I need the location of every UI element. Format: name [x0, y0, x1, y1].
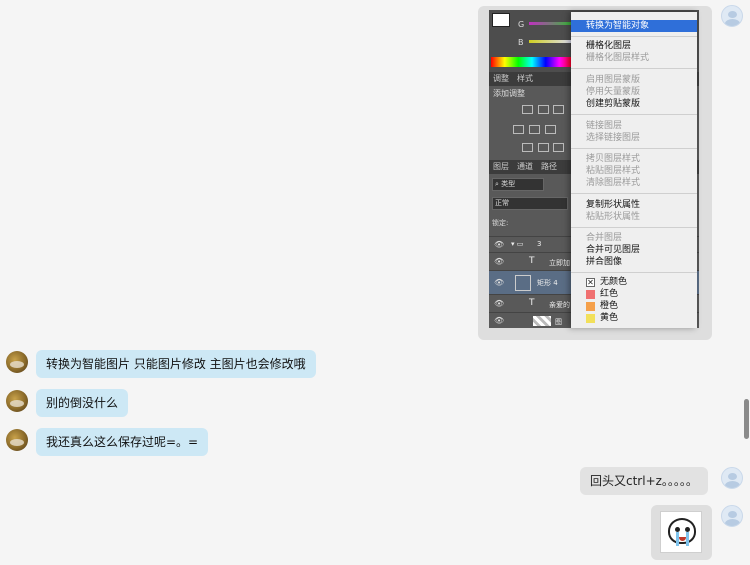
red-swatch-icon	[586, 290, 595, 299]
contact-avatar[interactable]	[6, 351, 28, 373]
menu-item: 栅格化图层	[586, 41, 632, 51]
menu-item: 合并可见图层	[586, 245, 641, 255]
menu-item: 选择链接图层	[586, 133, 641, 143]
b-slider	[529, 40, 574, 43]
menu-item: 栅格化图层样式	[586, 53, 650, 63]
brightness-icon	[522, 105, 533, 114]
layer-name: 亲爱的	[549, 301, 570, 309]
layer-name: 3	[537, 240, 542, 248]
menu-item: 粘贴图层样式	[586, 166, 641, 176]
sticker-tear	[686, 532, 689, 546]
text-layer-icon: T	[529, 298, 535, 308]
color-label: 黄色	[600, 313, 619, 323]
self-avatar[interactable]	[721, 467, 743, 489]
menu-divider	[571, 193, 697, 194]
contact-avatar[interactable]	[6, 429, 28, 451]
layer-name: 矩形 4	[537, 279, 558, 287]
tab-adjust: 调整	[493, 74, 509, 83]
context-menu: 转换为智能对象 栅格化图层 栅格化图层样式 启用图层蒙版 停用矢量蒙版 创建剪贴…	[571, 12, 697, 328]
g-slider	[529, 22, 574, 25]
balance-icon	[529, 125, 540, 134]
tab-layers: 图层	[493, 162, 509, 171]
menu-item: 停用矢量蒙版	[586, 87, 641, 97]
eye-icon: 👁	[494, 257, 505, 266]
orange-swatch-icon	[586, 302, 595, 311]
menu-divider	[571, 114, 697, 115]
color-label: 无颜色	[600, 277, 628, 287]
bw-icon	[545, 125, 556, 134]
contact-avatar[interactable]	[6, 390, 28, 412]
layer-name: 立即加	[549, 259, 570, 267]
menu-item: 复制形状属性	[586, 200, 641, 210]
invert-icon	[522, 143, 533, 152]
blend-mode: 正常	[492, 197, 568, 210]
color-label: 红色	[600, 289, 619, 299]
incoming-message[interactable]: 转换为智能图片 只能图片修改 主图片也会修改哦	[36, 350, 316, 378]
layer-filter-label: 类型	[501, 180, 516, 188]
incoming-message[interactable]: 别的倒没什么	[36, 389, 129, 417]
channel-b-label: B	[518, 38, 524, 47]
tab-channels: 通道	[517, 162, 533, 171]
foreground-swatch	[492, 13, 510, 27]
yellow-swatch-icon	[586, 314, 595, 323]
menu-divider	[571, 227, 697, 228]
color-spectrum	[491, 57, 573, 67]
curves-icon	[553, 105, 564, 114]
eye-icon: 👁	[494, 278, 505, 287]
outgoing-message[interactable]: 回头又ctrl+z。。。。。	[580, 467, 708, 495]
scrollbar-thumb[interactable]	[744, 399, 749, 439]
menu-item: 拼合图像	[586, 257, 623, 267]
menu-item: 启用图层蒙版	[586, 75, 641, 85]
eye-icon: 👁	[494, 316, 505, 325]
channel-g-label: G	[518, 20, 525, 29]
no-color-swatch-icon: ✕	[586, 278, 595, 287]
eye-icon: 👁	[494, 299, 505, 308]
lock-label: 锁定:	[492, 219, 509, 227]
layer-name: 图	[555, 318, 562, 326]
menu-divider	[571, 148, 697, 149]
vibrance-icon	[513, 125, 524, 134]
threshold-icon	[538, 143, 549, 152]
layer-filter: ⌕ 类型	[492, 178, 544, 191]
eye-icon: 👁	[494, 240, 505, 249]
text-layer-icon: T	[529, 256, 535, 266]
color-label: 橙色	[600, 301, 619, 311]
menu-item: 合并图层	[586, 233, 623, 243]
menu-item-convert-smart-object: 转换为智能对象	[571, 20, 697, 32]
gradient-map-icon	[553, 143, 564, 152]
folder-icon: ▾ ▭	[511, 240, 524, 248]
tab-paths: 路径	[541, 162, 557, 171]
shape-thumb-icon	[515, 275, 531, 291]
self-avatar[interactable]	[721, 505, 743, 527]
adjust-title: 添加调整	[493, 89, 525, 98]
menu-item: 拷贝图层样式	[586, 154, 641, 164]
self-avatar[interactable]	[721, 5, 743, 27]
levels-icon	[538, 105, 549, 114]
tab-styles: 样式	[517, 74, 533, 83]
menu-divider	[571, 272, 697, 273]
menu-item: 链接图层	[586, 121, 623, 131]
crying-sticker	[660, 511, 702, 553]
menu-divider	[571, 68, 697, 69]
menu-divider	[571, 36, 697, 37]
menu-item: 创建剪贴蒙版	[586, 99, 641, 109]
menu-item: 清除图层样式	[586, 178, 641, 188]
image-thumb-icon	[533, 316, 551, 326]
incoming-message[interactable]: 我还真么这么保存过呢=。=	[36, 428, 209, 456]
menu-item: 粘贴形状属性	[586, 212, 641, 222]
